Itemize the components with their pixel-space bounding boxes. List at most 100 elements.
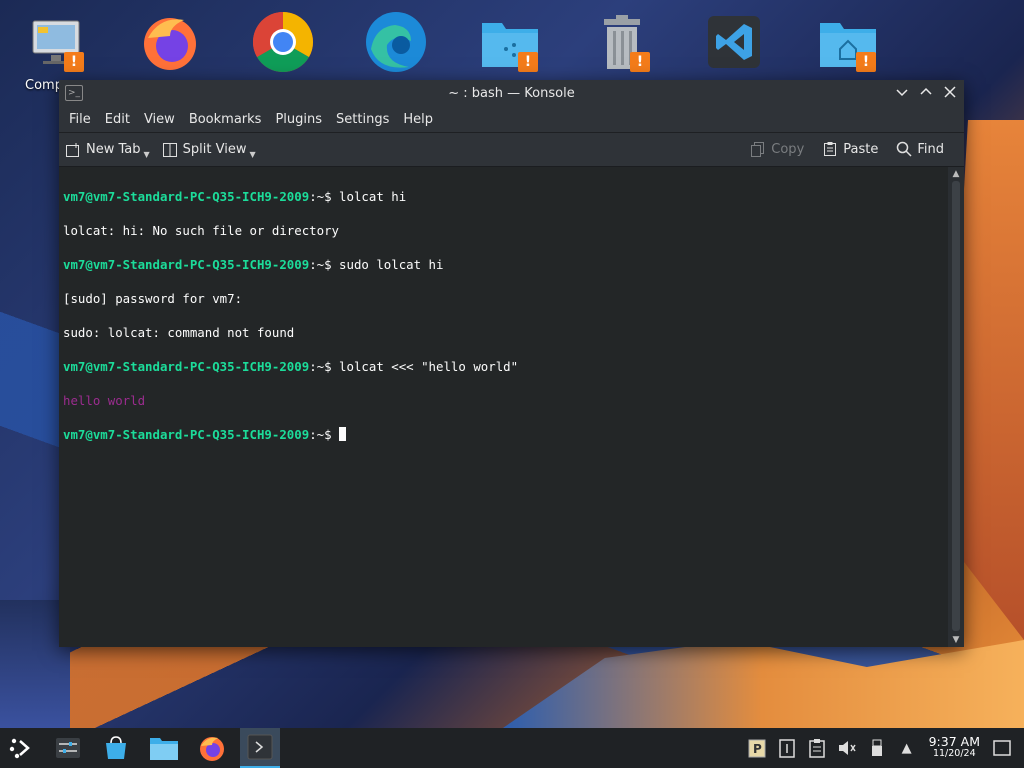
trash-desktop-icon[interactable]: ! [590, 10, 654, 74]
computer-desktop-icon[interactable]: ! [24, 10, 88, 74]
menu-settings[interactable]: Settings [330, 112, 395, 127]
settings-sliders-icon [56, 738, 80, 758]
prompt-user: vm7@vm7-Standard-PC-Q35-ICH9-2009 [63, 427, 310, 442]
menu-edit[interactable]: Edit [99, 112, 136, 127]
window-title: ~ : bash — Konsole [448, 85, 575, 101]
terminal-scrollbar[interactable]: ▲ ▼ [948, 167, 964, 647]
home-folder-desktop-icon[interactable]: ! [816, 10, 880, 74]
copy-label: Copy [771, 141, 805, 157]
svg-text:P: P [753, 742, 762, 756]
terminal-line: vm7@vm7-Standard-PC-Q35-ICH9-2009:~$ lol… [63, 358, 948, 375]
firefox-desktop-icon[interactable] [138, 10, 202, 74]
output-text: lolcat: hi: No such file or directory [63, 223, 340, 238]
terminal-line: vm7@vm7-Standard-PC-Q35-ICH9-2009:~$ sud… [63, 256, 948, 273]
clock-date: 11/20/24 [932, 748, 976, 759]
paste-button[interactable]: Paste [816, 135, 884, 163]
paste-label: Paste [843, 141, 879, 157]
menu-file[interactable]: File [63, 112, 97, 127]
toolbar: New Tab ▼ Split View ▼ Copy Paste Find [59, 133, 964, 167]
prompt-suffix: :~$ [309, 427, 332, 442]
text-cursor [339, 427, 347, 441]
wallpaper-shard [500, 640, 1024, 730]
title-bar[interactable]: >_ ~ : bash — Konsole [59, 80, 964, 106]
edge-icon [366, 12, 426, 72]
tray-expand-icon[interactable]: ▲ [895, 736, 919, 760]
terminal-line: vm7@vm7-Standard-PC-Q35-ICH9-2009:~$ lol… [63, 188, 948, 205]
menu-help[interactable]: Help [397, 112, 439, 127]
warning-badge: ! [630, 52, 650, 72]
copy-icon [750, 141, 766, 157]
terminal-line: lolcat: hi: No such file or directory [63, 222, 948, 239]
split-view-button[interactable]: Split View ▼ [156, 136, 262, 164]
konsole-task[interactable] [240, 728, 280, 768]
chrome-icon [252, 11, 314, 73]
terminal-output[interactable]: vm7@vm7-Standard-PC-Q35-ICH9-2009:~$ lol… [59, 167, 948, 647]
clock-time: 9:37 AM [928, 734, 980, 749]
system-tray: P ▲ 9:37 AM 11/20/24 [745, 728, 1024, 768]
prompt-user: vm7@vm7-Standard-PC-Q35-ICH9-2009 [63, 359, 310, 374]
app-launcher-button[interactable] [0, 728, 40, 768]
shared-folder-desktop-icon[interactable]: ! [478, 10, 542, 74]
chevron-up-icon [920, 87, 932, 95]
menu-bookmarks[interactable]: Bookmarks [183, 112, 268, 127]
prompt-suffix: :~$ [309, 257, 332, 272]
find-button[interactable]: Find [890, 135, 950, 163]
volume-muted-icon[interactable] [835, 736, 859, 760]
scroll-down-icon[interactable]: ▼ [948, 633, 964, 647]
file-manager-task[interactable] [144, 728, 184, 768]
edge-desktop-icon[interactable] [364, 10, 428, 74]
terminal-icon [247, 734, 273, 760]
chrome-desktop-icon[interactable] [251, 10, 315, 74]
terminal-line: hello world [63, 392, 948, 409]
discover-store-task[interactable] [96, 728, 136, 768]
clock[interactable]: 9:37 AM 11/20/24 [928, 734, 980, 760]
split-view-icon [162, 142, 178, 158]
computer-desktop-label: Comp [25, 78, 63, 93]
terminal-line: sudo: lolcat: command not found [63, 324, 948, 341]
warning-badge: ! [856, 52, 876, 72]
find-label: Find [917, 141, 944, 157]
terminal-line: vm7@vm7-Standard-PC-Q35-ICH9-2009:~$ [63, 426, 948, 443]
terminal-line: [sudo] password for vm7: [63, 290, 948, 307]
vscode-desktop-icon[interactable] [702, 10, 766, 74]
prompt-suffix: :~$ [309, 189, 332, 204]
folder-icon [150, 738, 178, 760]
close-button[interactable] [942, 83, 958, 103]
warning-badge: ! [64, 52, 84, 72]
command-text: lolcat <<< "hello world" [331, 359, 519, 374]
prompt-user: vm7@vm7-Standard-PC-Q35-ICH9-2009 [63, 257, 310, 272]
firefox-icon [200, 737, 224, 761]
prompt-user: vm7@vm7-Standard-PC-Q35-ICH9-2009 [63, 189, 310, 204]
prompt-suffix: :~$ [309, 359, 332, 374]
scroll-up-icon[interactable]: ▲ [948, 167, 964, 181]
konsole-app-icon[interactable]: >_ [65, 85, 83, 101]
output-text: sudo: lolcat: command not found [63, 325, 295, 340]
dropdown-caret-icon[interactable]: ▼ [249, 150, 255, 159]
clipboard-icon[interactable] [805, 736, 829, 760]
maximize-button[interactable] [918, 83, 934, 103]
scrollbar-thumb[interactable] [952, 181, 960, 631]
close-icon [944, 86, 956, 98]
menu-bar: File Edit View Bookmarks Plugins Setting… [59, 106, 964, 133]
copy-button[interactable]: Copy [744, 135, 810, 163]
clipboard-p-icon[interactable]: P [745, 736, 769, 760]
menu-view[interactable]: View [138, 112, 181, 127]
command-text: sudo lolcat hi [331, 257, 444, 272]
konsole-window: >_ ~ : bash — Konsole File Edit View Boo… [59, 80, 964, 647]
taskbar: P ▲ 9:37 AM 11/20/24 [0, 728, 1024, 768]
store-bag-icon [106, 736, 126, 759]
chevron-down-icon [896, 89, 908, 97]
system-settings-task[interactable] [48, 728, 88, 768]
usb-device-icon[interactable] [865, 736, 889, 760]
new-tab-label: New Tab [86, 142, 141, 157]
firefox-task[interactable] [192, 728, 232, 768]
dropdown-caret-icon[interactable]: ▼ [144, 150, 150, 159]
warning-badge: ! [518, 52, 538, 72]
new-tab-button[interactable]: New Tab ▼ [59, 136, 156, 164]
show-desktop-icon[interactable] [990, 736, 1014, 760]
search-icon [896, 141, 912, 157]
command-text: lolcat hi [331, 189, 407, 204]
menu-plugins[interactable]: Plugins [269, 112, 328, 127]
minimize-button[interactable] [894, 83, 910, 103]
notes-icon[interactable] [775, 736, 799, 760]
